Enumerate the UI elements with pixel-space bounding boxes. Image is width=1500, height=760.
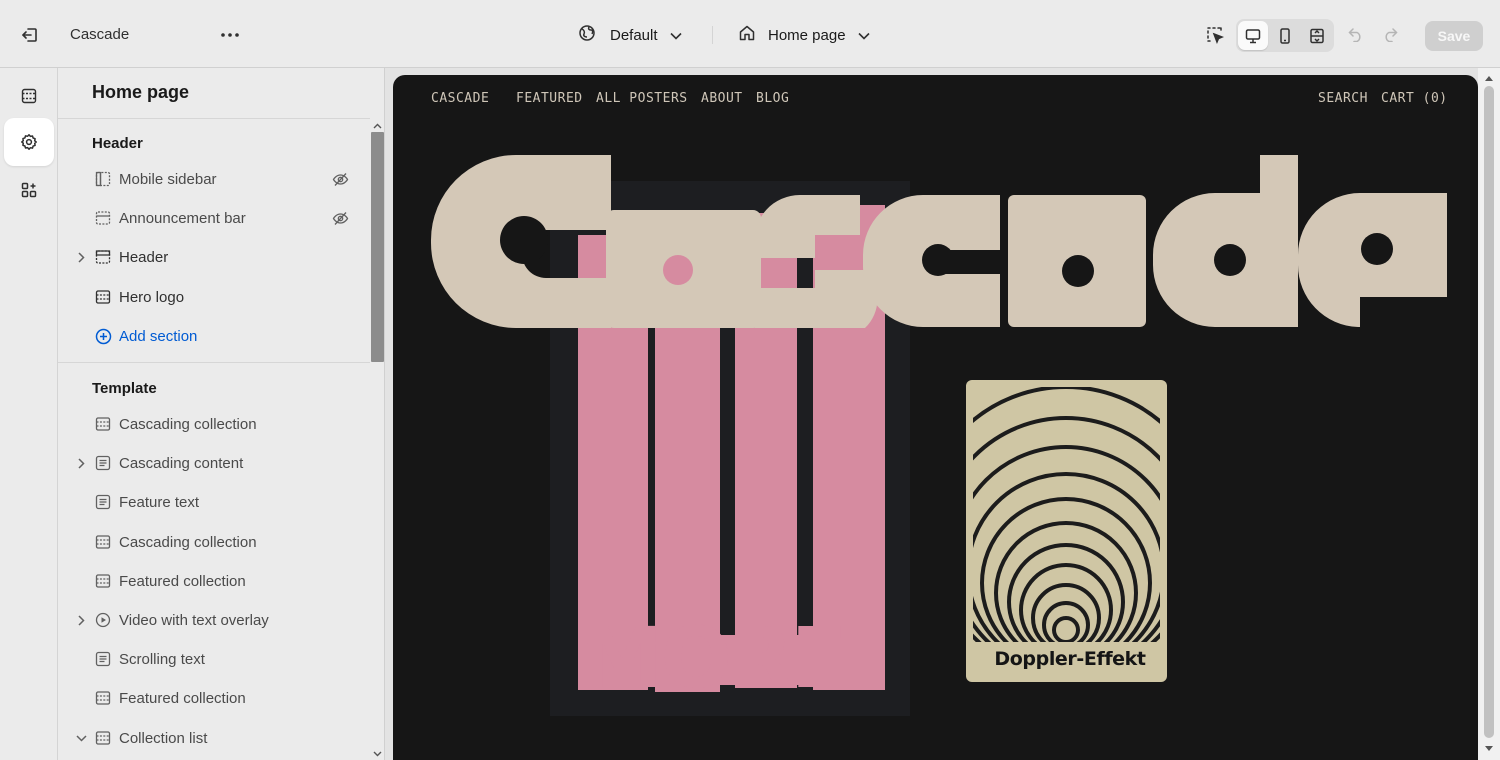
chevron-down-icon [669,27,682,44]
more-horizontal-icon[interactable] [218,24,242,46]
scroll-down-arrow-icon[interactable] [373,749,382,758]
section-item-label: Announcement bar [119,209,246,227]
section-item-cascading-content[interactable]: Cascading content [58,446,368,480]
section-item-label: Cascading collection [119,415,257,433]
section-item-hero-logo[interactable]: Hero logo [58,280,368,314]
editor-topbar: Cascade Default Home page Save [0,0,1500,68]
topbar-divider [712,26,713,44]
chevron-right-icon[interactable] [75,251,87,263]
section-icon [94,533,112,551]
section-item-label: Header [119,248,169,266]
nav-featured-link[interactable]: FEATURED [516,91,583,106]
redo-icon[interactable] [1379,24,1401,46]
section-item-label: Featured collection [119,689,246,707]
section-item-label: Mobile sidebar [119,170,217,188]
section-item-cascading-collection[interactable]: Cascading collection [58,525,368,559]
full-width-view-icon[interactable] [1302,21,1332,50]
theme-label: Default [610,26,658,44]
section-item-label: Collection list [119,729,208,747]
sidebar-scroll-thumb[interactable] [371,132,384,362]
scroll-up-arrow-icon[interactable] [1485,74,1493,82]
eye-hidden-icon[interactable] [330,208,350,228]
page-label: Home page [768,26,846,44]
sidebar-layout-icon [94,170,112,188]
page-selector[interactable]: Home page [738,22,870,48]
scroll-up-arrow-icon[interactable] [373,121,382,130]
sidebar-title-divider [58,118,384,119]
store-name: Cascade [70,26,130,43]
nav-cart-link[interactable]: CART (0) [1381,91,1448,106]
section-item-feature-text[interactable]: Feature text [58,485,368,519]
settings-gear-icon[interactable] [4,118,54,166]
viewport-switcher [1236,19,1334,52]
sections-sidebar: Home page Header Mobile sidebar Announce… [58,68,385,760]
chevron-right-icon[interactable] [75,457,87,469]
nav-all-posters-link[interactable]: ALL POSTERS [596,91,688,106]
apps-icon[interactable] [4,166,54,214]
hero-artwork: MORE [431,155,1447,716]
nav-search-link[interactable]: SEARCH [1318,91,1368,106]
text-block-icon [94,650,112,668]
section-item-featured-collection[interactable]: Featured collection [58,681,368,715]
section-item-cascading-collection[interactable]: Cascading collection [58,407,368,441]
section-item-featured-collection[interactable]: Featured collection [58,564,368,598]
doppler-poster [966,380,1167,682]
chevron-right-icon[interactable] [75,614,87,626]
theme-selector[interactable]: Default [578,22,682,48]
play-circle-icon [94,611,112,629]
section-item-collection-list[interactable]: Collection list [58,721,368,755]
doppler-poster-title: Doppler-Effekt [994,648,1146,670]
scroll-down-arrow-icon[interactable] [1485,744,1493,752]
exit-icon[interactable] [18,24,42,46]
section-item-label: Cascading collection [119,533,257,551]
add-section-button[interactable]: Add section [58,319,368,353]
inspector-icon[interactable] [1202,22,1228,48]
section-item-scrolling-text[interactable]: Scrolling text [58,642,368,676]
section-item-label: Cascading content [119,454,244,472]
preview-scrollbar[interactable] [1478,68,1500,760]
section-item-announcement-bar[interactable]: Announcement bar [58,201,368,235]
nav-about-link[interactable]: ABOUT [701,91,743,106]
preview-scroll-thumb[interactable] [1484,86,1494,738]
undo-icon[interactable] [1345,24,1367,46]
section-item-label: Featured collection [119,572,246,590]
section-item-label: Video with text overlay [119,611,269,629]
sidebar-title: Home page [92,82,190,102]
eye-hidden-icon[interactable] [330,169,350,189]
sections-icon[interactable] [4,72,54,120]
save-button[interactable]: Save [1425,21,1483,51]
section-icon [94,572,112,590]
globe-icon [578,24,596,46]
plus-circle-icon [94,327,112,345]
text-block-icon [94,493,112,511]
section-item-label: Feature text [119,493,200,511]
section-icon [94,415,112,433]
section-icon [94,288,112,306]
sidebar-scrollbar[interactable] [370,118,384,760]
nav-blog-link[interactable]: BLOG [756,91,789,106]
section-item-video-with-text-overlay[interactable]: Video with text overlay [58,603,368,637]
section-item-label: Scrolling text [119,650,205,668]
section-item-label: Hero logo [119,288,185,306]
add-section-label: Add section [119,327,198,345]
section-dashed-icon [94,209,112,227]
chevron-down-icon[interactable] [75,732,87,744]
left-rail [0,68,58,760]
group-divider [58,362,370,363]
section-icon [94,729,112,747]
template-group-label: Template [92,380,157,397]
nav-brand-link[interactable]: CASCADE [431,91,489,106]
desktop-view-icon[interactable] [1238,21,1268,50]
section-icon [94,689,112,707]
section-item-header[interactable]: Header [58,240,368,274]
storefront-preview[interactable]: MORE CASCADE FEATURED ALL POSTERS ABOUT … [393,75,1478,760]
section-item-mobile-sidebar[interactable]: Mobile sidebar [58,162,368,196]
poster-more-text: MORE [580,609,845,707]
mobile-view-icon[interactable] [1270,21,1300,50]
header-section-icon [94,248,112,266]
text-block-icon [94,454,112,472]
header-group-label: Header [92,135,143,152]
home-icon [738,24,756,46]
chevron-down-icon [857,27,870,44]
